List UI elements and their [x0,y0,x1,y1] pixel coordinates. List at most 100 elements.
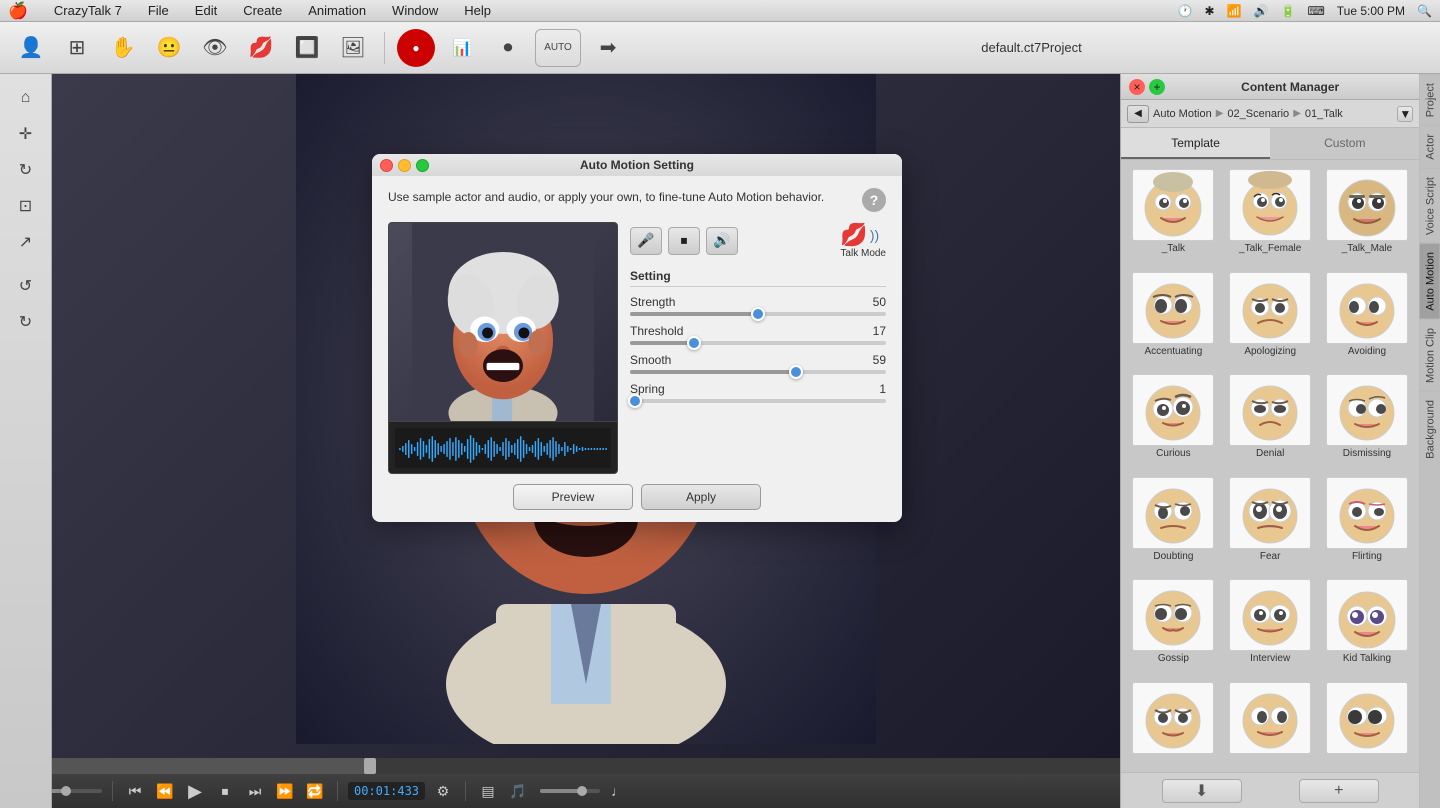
apply-button[interactable]: Apply [641,484,761,510]
toolbar-motion[interactable]: ✋ [104,29,142,67]
grid-view-btn[interactable]: ▤ [476,779,500,803]
smooth-slider[interactable] [630,370,886,374]
settings-btn[interactable]: ⚙ [431,779,455,803]
timeline-playhead[interactable] [364,758,376,774]
tool-redo[interactable]: ↻ [8,306,44,338]
volume-thumb[interactable] [61,786,71,796]
tool-scale[interactable]: ⊡ [8,190,44,222]
sidebar-label-motion-clip[interactable]: Motion Clip [1420,319,1440,391]
toolbar-image[interactable]: 🖼 [334,29,372,67]
menu-edit[interactable]: Edit [191,3,221,18]
item-flirting[interactable]: Flirting [1321,474,1414,573]
menu-help[interactable]: Help [460,3,495,18]
item-extra-1[interactable] [1127,679,1220,767]
audio-btn-3[interactable]: 🔊 [706,227,738,255]
audio-btn-1[interactable]: 🎤 [630,227,662,255]
search-icon[interactable]: 🔍 [1417,4,1432,18]
tool-zoom[interactable]: ↗ [8,226,44,258]
sidebar-label-auto-motion[interactable]: Auto Motion [1420,243,1440,319]
threshold-slider[interactable] [630,341,886,345]
threshold-thumb[interactable] [687,336,701,350]
cm-download-btn[interactable]: ⬇ [1162,779,1242,803]
tool-rotate[interactable]: ↻ [8,154,44,186]
breadcrumb-dropdown[interactable]: ▼ [1397,106,1413,122]
content-grid: _Talk [1121,160,1419,772]
preview-button[interactable]: Preview [513,484,633,510]
toolbar-auto-btn[interactable]: AUTO [535,29,581,67]
smooth-thumb[interactable] [789,365,803,379]
speed-thumb[interactable] [577,786,587,796]
breadcrumb-talk[interactable]: 01_Talk [1305,108,1343,120]
toolbar-record-wave[interactable]: 📊 [443,29,481,67]
step-back-btn[interactable]: ⏪ [153,779,177,803]
tool-move[interactable]: ✛ [8,118,44,150]
breadcrumb-auto-motion[interactable]: Auto Motion [1153,108,1212,120]
playback-speed-slider[interactable] [540,789,600,793]
stop-btn[interactable]: ⏹ [213,779,237,803]
item-talk[interactable]: _Talk [1127,166,1220,265]
item-dismissing[interactable]: Dismissing [1321,371,1414,470]
cm-add-btn[interactable]: + [1299,779,1379,803]
tool-undo[interactable]: ↺ [8,270,44,302]
menu-window[interactable]: Window [388,3,442,18]
dialog-close-btn[interactable] [380,159,393,172]
menu-create[interactable]: Create [239,3,286,18]
dialog-overlay: Auto Motion Setting Use sample actor and… [372,154,902,522]
item-extra-2[interactable] [1224,679,1317,767]
item-doubting[interactable]: Doubting [1127,474,1220,573]
skip-start-btn[interactable]: ⏮ [123,779,147,803]
toolbar-eye[interactable]: 👁 [196,29,234,67]
item-apologizing[interactable]: Apologizing [1224,269,1317,368]
loop-btn[interactable]: 🔁 [303,779,327,803]
content-manager-header: × + Content Manager [1121,74,1419,100]
toolbar-export[interactable]: ➡ [589,29,627,67]
cm-close-btn[interactable]: × [1129,79,1145,95]
talk-mode-btn[interactable]: 💋 )) Talk Mode [840,222,886,259]
help-button[interactable]: ? [862,188,886,212]
toolbar-head[interactable]: 🔲 [288,29,326,67]
toolbar-face[interactable]: 😐 [150,29,188,67]
toolbar-actor[interactable]: 👤 [12,29,50,67]
sidebar-label-background[interactable]: Background [1420,391,1440,467]
timeline-bar[interactable] [0,758,1120,774]
item-extra-3[interactable] [1321,679,1414,767]
breadcrumb-back-btn[interactable]: ◀ [1127,105,1149,123]
menu-file[interactable]: File [144,3,173,18]
tab-template[interactable]: Template [1121,128,1270,159]
item-interview[interactable]: Interview [1224,576,1317,675]
item-kid-talking[interactable]: Kid Talking [1321,576,1414,675]
cm-minimize-btn[interactable]: + [1149,79,1165,95]
sidebar-label-actor[interactable]: Actor [1420,125,1440,168]
spring-slider[interactable] [630,399,886,403]
sidebar-label-voice-script[interactable]: Voice Script [1420,168,1440,243]
tab-custom[interactable]: Custom [1270,128,1419,159]
strength-slider[interactable] [630,312,886,316]
item-accentuating[interactable]: Accentuating [1127,269,1220,368]
sidebar-label-project[interactable]: Project [1420,74,1440,125]
dialog-minimize-btn[interactable] [398,159,411,172]
dialog-maximize-btn[interactable] [416,159,429,172]
item-fear[interactable]: Fear [1224,474,1317,573]
toolbar-record-btn[interactable]: ● [397,29,435,67]
strength-thumb[interactable] [751,307,765,321]
toolbar-play-record[interactable]: ⏺ [489,29,527,67]
apple-menu[interactable]: 🍎 [8,1,28,21]
audio-btn-2[interactable]: ⏹ [668,227,700,255]
item-curious[interactable]: Curious [1127,371,1220,470]
skip-end-btn[interactable]: ⏭ [243,779,267,803]
breadcrumb-scenario[interactable]: 02_Scenario [1227,108,1289,120]
menu-app[interactable]: CrazyTalk 7 [50,3,126,18]
toolbar-mouth[interactable]: 💋 [242,29,280,67]
item-talk-male[interactable]: _Talk_Male [1321,166,1414,265]
item-talk-female[interactable]: _Talk_Female [1224,166,1317,265]
menu-animation[interactable]: Animation [304,3,370,18]
tool-home[interactable]: ⌂ [8,82,44,114]
spring-thumb[interactable] [628,394,642,408]
item-avoiding[interactable]: Avoiding [1321,269,1414,368]
item-denial[interactable]: Denial [1224,371,1317,470]
play-btn[interactable]: ▶ [183,779,207,803]
toolbar-grid[interactable]: ⊞ [58,29,96,67]
step-forward-btn[interactable]: ⏩ [273,779,297,803]
item-gossip[interactable]: Gossip [1127,576,1220,675]
audio-export-btn[interactable]: 🎵 [506,779,530,803]
